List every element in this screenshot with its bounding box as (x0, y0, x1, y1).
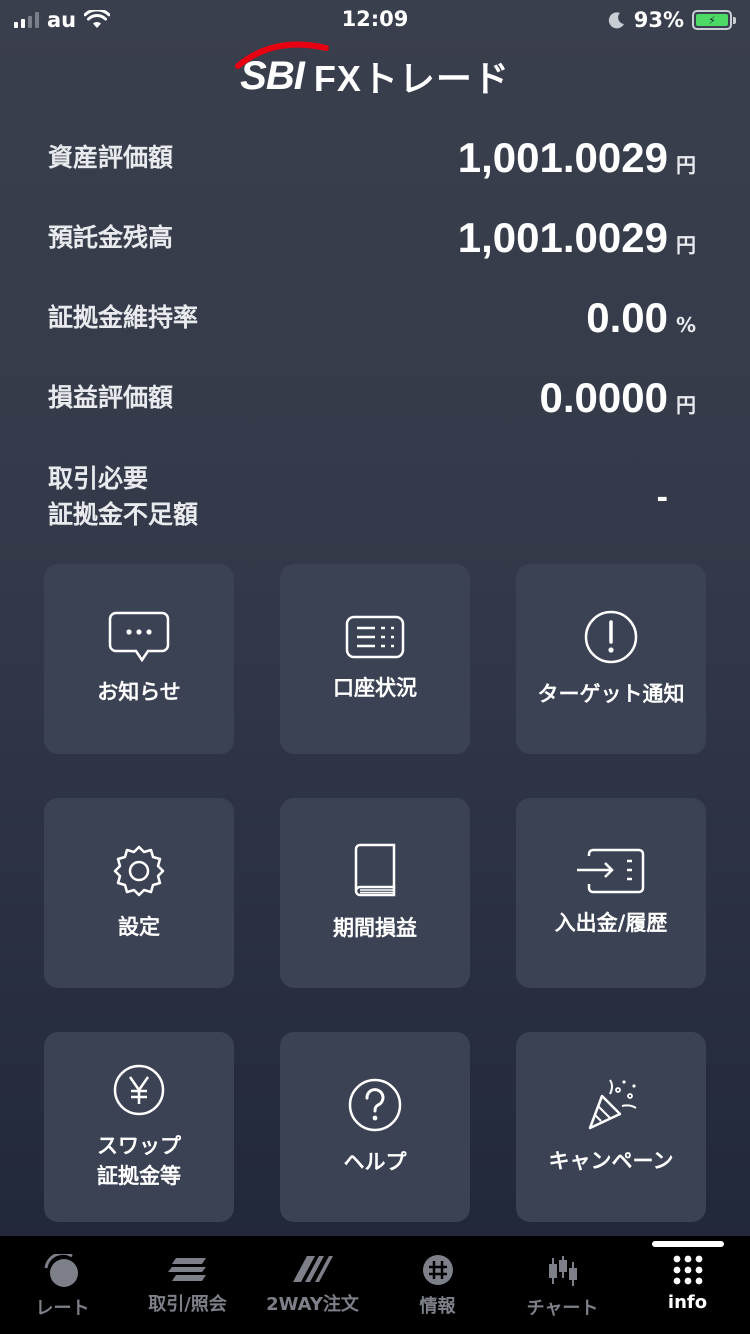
trade-icon (167, 1258, 206, 1281)
summary-unit: % (676, 313, 697, 337)
list-card-icon (345, 615, 405, 659)
tab-label: info (667, 1292, 708, 1313)
active-tab-indicator (651, 1241, 724, 1247)
menu-tile-deposit-history[interactable]: 入出金/履歴 (516, 798, 706, 988)
summary-row-deposit-balance: 預託金残高 1,001.0029 円 (48, 198, 698, 278)
summary-value: - (656, 477, 668, 516)
rate-icon (44, 1254, 78, 1287)
menu-tile-settings[interactable]: 設定 (44, 798, 234, 988)
tab-bar: レート 取引/照会 2WAY注文 情報 チャート info (0, 1236, 750, 1334)
party-popper-icon (588, 1079, 637, 1130)
menu-tile-period-pl[interactable]: 期間損益 (280, 798, 470, 988)
logo-arc-icon (235, 41, 330, 69)
summary-unit: 円 (676, 393, 696, 417)
tab-label: 取引/照会 (148, 1294, 227, 1315)
menu-tile-label: お知らせ (97, 680, 181, 704)
exclamation-circle-icon (584, 610, 638, 664)
summary-row-margin-shortfall: 取引必要 証拠金不足額 - (48, 444, 698, 550)
tab-information[interactable]: 情報 (375, 1236, 500, 1334)
summary-value: 1,001.0029 (457, 214, 668, 261)
menu-tile-campaign[interactable]: キャンペーン (516, 1032, 706, 1222)
gear-icon (113, 845, 165, 897)
tab-label: レート (35, 1298, 90, 1319)
info-globe-icon (422, 1255, 453, 1285)
menu-tile-label: キャンペーン (548, 1149, 674, 1173)
summary-value: 0.00 (586, 294, 668, 341)
candlestick-icon (548, 1256, 577, 1286)
menu-tile-label: スワップ 証拠金等 (97, 1134, 181, 1188)
tab-2way-order[interactable]: 2WAY注文 (250, 1236, 375, 1334)
tab-trade[interactable]: 取引/照会 (125, 1236, 250, 1334)
menu-grid: お知らせ 口座状況 ターゲット通知 設定 期間損益 入出金/履歴 スワップ 証拠… (44, 564, 706, 1222)
menu-tile-account-status[interactable]: 口座状況 (280, 564, 470, 754)
logo-product: FXトレード (313, 58, 510, 99)
question-circle-icon (348, 1078, 402, 1132)
summary-unit: 円 (676, 153, 696, 177)
status-bar: au 12:09 93% ⚡ (0, 0, 750, 40)
summary-row-asset-value: 資産評価額 1,001.0029 円 (48, 118, 698, 198)
summary-label: 損益評価額 (48, 383, 174, 412)
tab-rate[interactable]: レート (0, 1236, 125, 1334)
tab-label: 情報 (419, 1296, 456, 1317)
summary-label: 証拠金維持率 (48, 303, 199, 332)
menu-tile-label: 入出金/履歴 (554, 911, 668, 935)
menu-tile-label: 口座状況 (333, 676, 417, 700)
tab-info[interactable]: info (625, 1236, 750, 1334)
menu-tile-help[interactable]: ヘルプ (280, 1032, 470, 1222)
tab-chart[interactable]: チャート (500, 1236, 625, 1334)
tab-label: 2WAY注文 (266, 1294, 359, 1315)
summary-value: 1,001.0029 (457, 134, 668, 181)
menu-tile-label: ターゲット通知 (537, 682, 685, 706)
summary-value: 0.0000 (539, 374, 668, 421)
app-logo: SBI FXトレード (0, 41, 750, 104)
summary-row-pl-value: 損益評価額 0.0000 円 (48, 358, 698, 438)
speech-bubble-icon (108, 611, 170, 663)
summary-label: 資産評価額 (48, 143, 174, 172)
summary-label: 取引必要 証拠金不足額 (48, 464, 199, 529)
menu-tile-label: 設定 (118, 915, 160, 939)
summary-label: 預託金残高 (48, 223, 174, 252)
yen-circle-icon (113, 1064, 165, 1116)
two-way-icon (292, 1256, 333, 1282)
tab-label: チャート (526, 1298, 599, 1319)
transfer-icon (577, 848, 645, 894)
menu-tile-swap-margin[interactable]: スワップ 証拠金等 (44, 1032, 234, 1222)
book-icon (354, 843, 396, 897)
status-time: 12:09 (341, 7, 409, 31)
menu-tile-label: ヘルプ (343, 1150, 407, 1174)
menu-tile-label: 期間損益 (333, 916, 417, 940)
summary-row-margin-ratio: 証拠金維持率 0.00% (48, 278, 698, 358)
menu-tile-target-alert[interactable]: ターゲット通知 (516, 564, 706, 754)
menu-tile-notices[interactable]: お知らせ (44, 564, 234, 754)
summary-unit: 円 (676, 233, 696, 257)
grid-dots-icon (673, 1255, 702, 1285)
account-summary: 資産評価額 1,001.0029 円 預託金残高 1,001.0029 円 証拠金維… (48, 118, 698, 550)
